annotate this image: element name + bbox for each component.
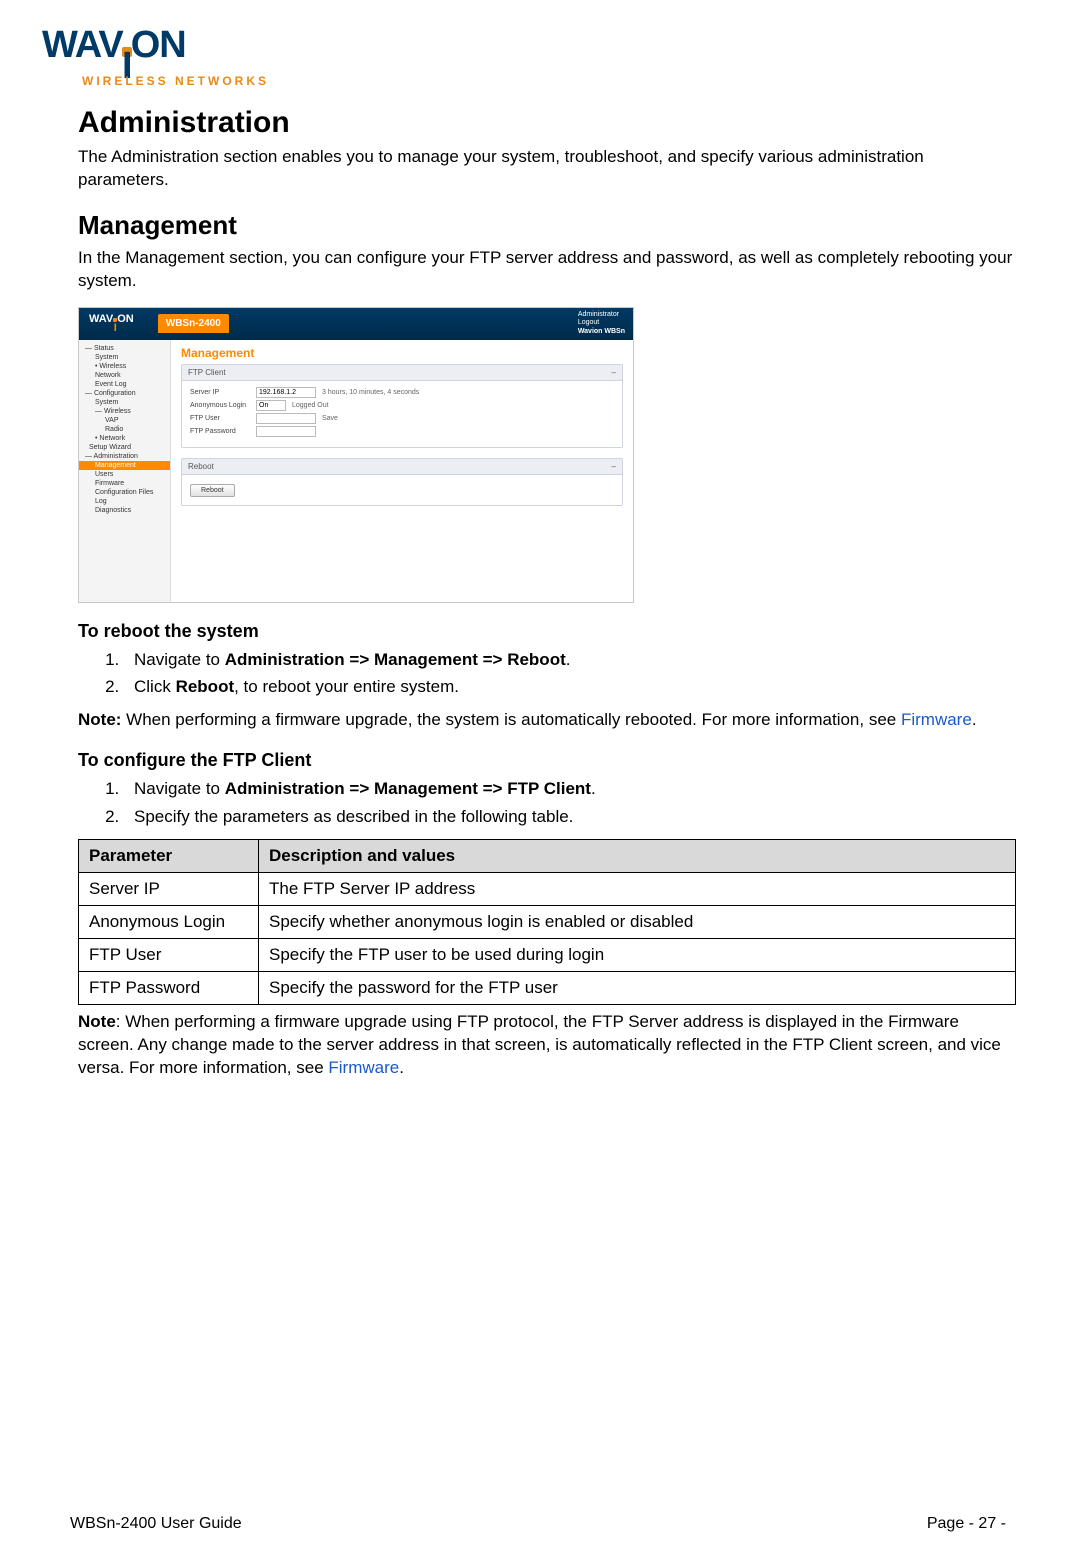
ss-serverip-input[interactable] bbox=[256, 387, 316, 398]
ss-ftpuser-input[interactable] bbox=[256, 413, 316, 424]
ftp-note: Note: When performing a firmware upgrade… bbox=[78, 1011, 1016, 1080]
ss-reboot-collapse-icon[interactable]: – bbox=[612, 462, 616, 471]
firmware-link-2[interactable]: Firmware bbox=[328, 1058, 399, 1077]
reboot-title: To reboot the system bbox=[78, 621, 1016, 642]
brand-logo: WAV I ON WIRELESS NETWORKS bbox=[42, 24, 1016, 88]
page-title: Administration bbox=[78, 106, 1016, 140]
reboot-step-1: Navigate to Administration => Management… bbox=[124, 648, 1016, 672]
ss-nav-network[interactable]: Network bbox=[79, 371, 170, 380]
ss-ftppass-input[interactable] bbox=[256, 426, 316, 437]
ss-ftp-panel-head: FTP Client bbox=[188, 368, 226, 377]
ss-nav-diagnostics[interactable]: Diagnostics bbox=[79, 506, 170, 515]
ss-nav-users[interactable]: Users bbox=[79, 470, 170, 479]
table-row: FTP PasswordSpecify the password for the… bbox=[79, 971, 1016, 1004]
ss-header-right: Administrator Logout Wavion WBSn bbox=[578, 311, 625, 336]
reboot-step-2: Click Reboot, to reboot your entire syst… bbox=[124, 675, 1016, 699]
th-parameter: Parameter bbox=[79, 839, 259, 872]
ss-nav-firmware[interactable]: Firmware bbox=[79, 479, 170, 488]
ss-nav-log[interactable]: Log bbox=[79, 497, 170, 506]
ss-logo: WAVION bbox=[89, 313, 134, 334]
logo-text-right: ON bbox=[131, 24, 186, 67]
ss-user-role: Administrator bbox=[578, 311, 625, 319]
ss-serverip-label: Server IP bbox=[190, 389, 256, 396]
firmware-link[interactable]: Firmware bbox=[901, 710, 972, 729]
ss-nav-wireless[interactable]: • Wireless bbox=[79, 362, 170, 371]
ss-ftp-save-hint[interactable]: Save bbox=[322, 415, 338, 422]
ss-nav-system2[interactable]: System bbox=[79, 398, 170, 407]
ss-nav-configuration[interactable]: — Configuration bbox=[79, 389, 170, 398]
ss-nav-status[interactable]: — Status bbox=[79, 344, 170, 353]
ss-anon-input[interactable] bbox=[256, 400, 286, 411]
logo-text-left: WAV bbox=[42, 24, 123, 67]
logo-tagline: WIRELESS NETWORKS bbox=[42, 74, 1016, 88]
ftp-parameter-table: Parameter Description and values Server … bbox=[78, 839, 1016, 1005]
ss-nav-vap[interactable]: VAP bbox=[79, 416, 170, 425]
ss-reboot-panel: Reboot – Reboot bbox=[181, 458, 623, 506]
ss-ftppass-label: FTP Password bbox=[190, 428, 256, 435]
th-description: Description and values bbox=[259, 839, 1016, 872]
table-row: FTP UserSpecify the FTP user to be used … bbox=[79, 938, 1016, 971]
management-para: In the Management section, you can confi… bbox=[78, 247, 1016, 293]
ss-ftp-collapse-icon[interactable]: – bbox=[612, 368, 616, 377]
ss-nav-radio[interactable]: Radio bbox=[79, 425, 170, 434]
ss-logout-link[interactable]: Logout bbox=[578, 319, 625, 327]
ss-nav-wireless2[interactable]: — Wireless bbox=[79, 407, 170, 416]
ss-reboot-panel-head: Reboot bbox=[188, 462, 214, 471]
ss-nav-setupwizard[interactable]: Setup Wizard bbox=[79, 443, 170, 452]
intro-para: The Administration section enables you t… bbox=[78, 146, 1016, 192]
ss-nav-cfgfiles[interactable]: Configuration Files bbox=[79, 488, 170, 497]
ss-anon-status: Logged Out bbox=[292, 402, 329, 409]
footer-doc-title: WBSn-2400 User Guide bbox=[70, 1515, 242, 1533]
ss-ftp-panel: FTP Client – Server IP 3 hours, 10 minut… bbox=[181, 364, 623, 448]
ss-ftpuser-label: FTP User bbox=[190, 415, 256, 422]
ss-reboot-button[interactable]: Reboot bbox=[190, 484, 235, 497]
ss-panel-title: Management bbox=[181, 346, 623, 360]
ss-serverip-hint: 3 hours, 10 minutes, 4 seconds bbox=[322, 389, 419, 396]
ftp-step-1: Navigate to Administration => Management… bbox=[124, 777, 1016, 801]
embedded-app-screenshot: WAVION WBSn-2400 Administrator Logout Wa… bbox=[78, 307, 634, 603]
ss-anon-label: Anonymous Login bbox=[190, 402, 256, 409]
subsection-title: Management bbox=[78, 210, 1016, 241]
footer-page-number: Page - 27 - bbox=[927, 1515, 1006, 1533]
ss-nav-management[interactable]: Management bbox=[79, 461, 170, 470]
ss-product-tab[interactable]: WBSn-2400 bbox=[158, 314, 229, 333]
table-row: Server IPThe FTP Server IP address bbox=[79, 872, 1016, 905]
ss-device-name: Wavion WBSn bbox=[578, 328, 625, 336]
reboot-note: Note: When performing a firmware upgrade… bbox=[78, 709, 1016, 732]
ss-nav-network2[interactable]: • Network bbox=[79, 434, 170, 443]
ss-sidebar: — Status System • Wireless Network Event… bbox=[79, 340, 171, 602]
ss-nav-administration[interactable]: — Administration bbox=[79, 452, 170, 461]
ss-nav-system[interactable]: System bbox=[79, 353, 170, 362]
table-row: Anonymous LoginSpecify whether anonymous… bbox=[79, 905, 1016, 938]
ftp-step-2: Specify the parameters as described in t… bbox=[124, 805, 1016, 829]
ss-nav-eventlog[interactable]: Event Log bbox=[79, 380, 170, 389]
ftp-title: To configure the FTP Client bbox=[78, 750, 1016, 771]
